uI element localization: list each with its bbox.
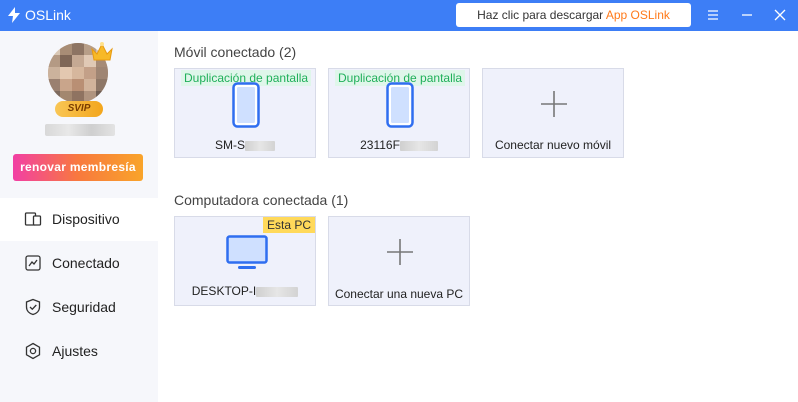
phone-icon xyxy=(386,82,414,128)
chart-icon xyxy=(25,255,41,271)
close-icon[interactable] xyxy=(771,6,789,24)
redacted-name-blur xyxy=(245,140,275,151)
connect-new-mobile-label: Conectar nuevo móvil xyxy=(494,138,612,152)
phone-icon xyxy=(232,82,260,128)
monitor-icon xyxy=(226,235,268,269)
this-pc-tag: Esta PC xyxy=(262,217,315,233)
crown-icon xyxy=(91,42,113,61)
minimize-icon[interactable] xyxy=(738,6,756,24)
device-name-text: 23116F xyxy=(360,138,400,152)
download-link-text: App OSLink xyxy=(605,8,670,22)
redacted-name-blur xyxy=(399,140,438,151)
connect-new-pc-button[interactable]: Conectar una nueva PC xyxy=(328,216,470,306)
profile-avatar-area[interactable]: SVIP xyxy=(48,42,114,119)
sidebar-item-dispositivo[interactable]: Dispositivo xyxy=(0,198,158,241)
renew-membership-button[interactable]: renovar membresía xyxy=(13,154,143,181)
sidebar-item-label: Dispositivo xyxy=(52,211,120,227)
device-name: DESKTOP-I xyxy=(175,284,315,298)
vip-badge: SVIP xyxy=(55,101,103,117)
app-title: OSLink xyxy=(25,7,71,23)
device-name-text: DESKTOP-I xyxy=(191,284,257,298)
sidebar-item-conectado[interactable]: Conectado xyxy=(0,242,158,285)
sidebar-item-label: Conectado xyxy=(52,255,120,271)
sidebar-item-label: Seguridad xyxy=(52,299,116,315)
device-name: 23116F xyxy=(329,138,469,152)
mobile-section-title: Móvil conectado (2) xyxy=(174,44,297,60)
download-app-button[interactable]: Haz clic para descargar App OSLink xyxy=(456,3,691,27)
menu-icon[interactable] xyxy=(704,6,722,24)
connect-new-pc-label: Conectar una nueva PC xyxy=(334,287,464,301)
device-name: SM-S xyxy=(175,138,315,152)
pc-device-card[interactable]: Esta PC DESKTOP-I xyxy=(174,216,316,306)
title-bar: OSLink Haz clic para descargar App OSLin… xyxy=(0,0,798,31)
sidebar-item-label: Ajustes xyxy=(52,343,98,359)
shield-icon xyxy=(25,298,41,316)
download-prefix-text: Haz clic para descargar xyxy=(477,8,606,22)
redacted-name-blur xyxy=(256,286,299,297)
oslink-logo-icon xyxy=(8,7,20,23)
username-redacted xyxy=(45,124,115,136)
pc-section-title: Computadora conectada (1) xyxy=(174,192,349,208)
device-icon xyxy=(24,212,42,226)
sidebar: SVIP renovar membresía Dispositivo Conec… xyxy=(0,31,158,402)
connect-new-mobile-button[interactable]: Conectar nuevo móvil xyxy=(482,68,624,158)
mobile-device-card[interactable]: Duplicación de pantalla SM-S xyxy=(174,68,316,158)
device-name-text: SM-S xyxy=(215,138,245,152)
mobile-device-card[interactable]: Duplicación de pantalla 23116F xyxy=(328,68,470,158)
plus-icon xyxy=(387,239,413,265)
gear-icon xyxy=(25,342,41,360)
plus-icon xyxy=(541,91,567,117)
sidebar-item-ajustes[interactable]: Ajustes xyxy=(0,330,158,373)
sidebar-item-seguridad[interactable]: Seguridad xyxy=(0,286,158,329)
